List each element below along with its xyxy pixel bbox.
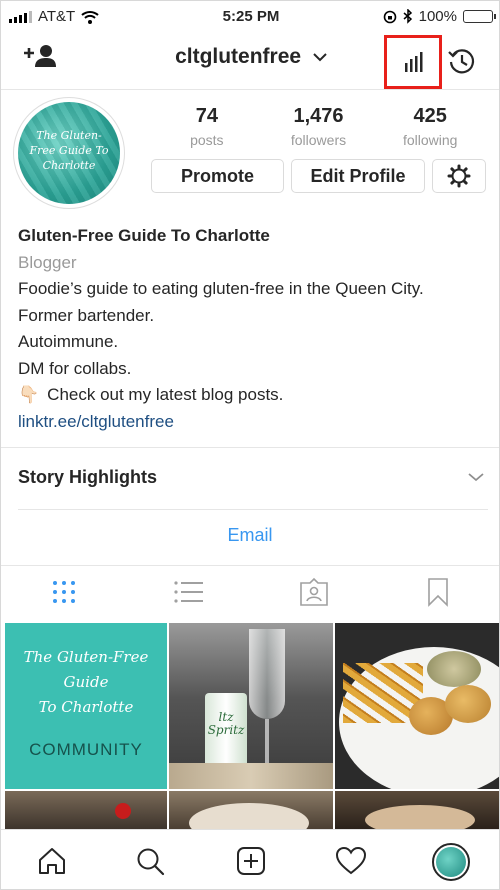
promote-button[interactable]: Promote [151,159,284,193]
can-label-text: ltz Spritz [207,710,245,737]
search-icon[interactable] [135,846,165,876]
bio-line: Former bartender. [18,305,155,325]
pointing-down-emoji: 👇🏻 [18,385,40,404]
stat-followers[interactable]: 1,476 followers [263,105,375,148]
post-thumbnail[interactable]: ltz Spritz [169,623,333,789]
saved-bookmark-icon[interactable] [427,577,449,607]
bio-cta-text: Check out my latest blog posts. [47,385,284,404]
profile-avatar[interactable]: The Gluten-Free Guide To Charlotte [13,97,125,209]
stat-label: following [402,132,458,148]
post-text-line: The Gluten-Free [23,648,149,666]
bio-line: Autoimmune. [18,332,119,351]
glass-stem [265,719,269,769]
post-thumbnail[interactable] [169,791,333,829]
posts-grid: The Gluten-Free Guide To Charlotte COMMU… [1,621,499,829]
edit-profile-button[interactable]: Edit Profile [291,159,425,193]
divider [18,509,488,510]
profile-category: Blogger [18,252,77,272]
status-bar: AT&T 5:25 PM 100% [1,1,499,33]
home-icon[interactable] [37,846,67,876]
post-text-line: To Charlotte [38,698,134,716]
archive-history-icon[interactable] [447,46,477,76]
email-button[interactable]: Email [1,525,499,546]
profile-stats: 74 posts 1,476 followers 425 following [151,105,486,148]
profile-avatar[interactable] [432,843,470,881]
post-caption-text: COMMUNITY [29,740,143,759]
settings-button[interactable] [432,159,486,193]
profile-header: cltglutenfree [1,33,499,89]
insights-bar-chart-icon[interactable] [404,52,424,72]
grid-icon[interactable] [51,579,77,605]
insights-highlight-box [384,35,442,89]
avatar-logo-text: The Gluten-Free Guide To Charlotte [29,129,109,172]
slaw-image [427,651,481,687]
gear-icon [447,164,471,188]
food-image [365,805,475,829]
chevron-down-icon [313,53,327,62]
stat-label: followers [290,132,347,148]
bio-line: DM for collabs. [18,358,132,378]
profile-name: Gluten-Free Guide To Charlotte [18,226,270,245]
divider [1,447,499,448]
stat-value: 1,476 [293,105,344,127]
bio-link[interactable]: linktr.ee/cltglutenfree [18,409,488,436]
post-text-line: Guide [63,673,109,691]
username-label: cltglutenfree [175,45,302,68]
list-icon[interactable] [173,579,203,605]
crab-cake-image [445,685,491,723]
plate-image [189,803,309,829]
story-highlights-label[interactable]: Story Highlights [18,467,157,488]
avatar-image: The Gluten-Free Guide To Charlotte [18,102,120,204]
bio-cta-line: 👇🏻 Check out my latest blog posts. [18,382,488,409]
post-thumbnail[interactable] [335,791,499,829]
tagged-icon[interactable] [299,577,329,607]
stat-value: 425 [413,105,447,127]
instagram-profile-screen: AT&T 5:25 PM 100% cltglutenfree The Glut… [0,0,500,890]
divider [1,565,499,566]
stat-following[interactable]: 425 following [374,105,486,148]
post-title-text: The Gluten-Free Guide To Charlotte [5,645,167,720]
rotation-lock-icon [383,10,396,23]
post-thumbnail[interactable] [5,791,167,829]
post-thumbnail[interactable] [335,623,499,789]
status-right: 100% [383,8,496,25]
stat-value: 74 [195,105,218,127]
post-thumbnail[interactable]: The Gluten-Free Guide To Charlotte COMMU… [5,623,167,789]
battery-percent: 100% [418,8,457,25]
avatar-image [436,847,466,877]
profile-bio: Gluten-Free Guide To Charlotte Blogger F… [18,223,488,435]
bluetooth-icon [403,9,412,24]
bottom-nav-bar [1,829,499,889]
new-post-icon[interactable] [236,846,266,876]
counter-surface [169,763,333,789]
stat-posts[interactable]: 74 posts [151,105,263,148]
header-divider [1,89,499,90]
profile-tabs [1,573,499,613]
chevron-down-icon[interactable] [467,471,485,483]
stat-label: posts [190,132,224,148]
champagne-glass-image [249,629,285,719]
activity-heart-icon[interactable] [335,846,367,876]
bio-line: Foodie’s guide to eating gluten-free in … [18,279,424,298]
cherry-image [115,803,131,819]
battery-icon [463,10,496,23]
